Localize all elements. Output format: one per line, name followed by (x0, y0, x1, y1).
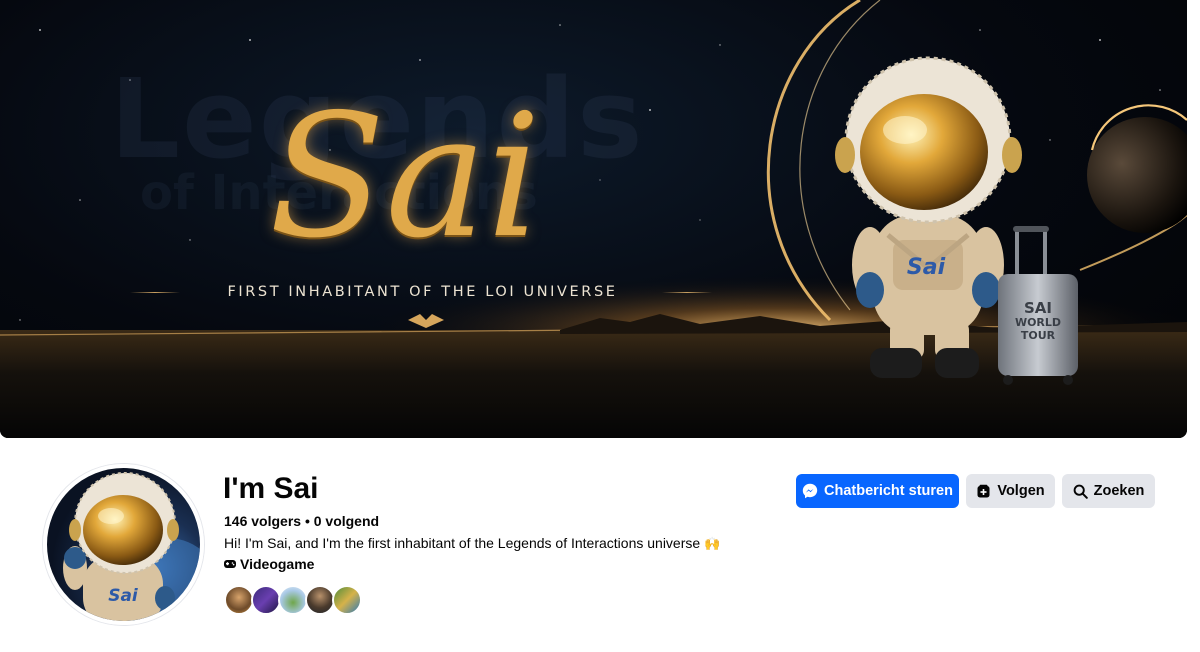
cover-photo[interactable]: Legends of Interactions Sai FIRST INHABI… (0, 0, 1187, 438)
cover-title: Sai (268, 78, 542, 276)
profile-avatar[interactable]: Sai (43, 464, 204, 625)
search-button[interactable]: Zoeken (1062, 474, 1155, 508)
follower-avatar[interactable] (332, 585, 362, 615)
follow-button-label: Volgen (997, 483, 1045, 499)
follower-avatars (224, 585, 362, 615)
messenger-icon (802, 483, 818, 499)
message-button-label: Chatbericht sturen (824, 483, 953, 499)
gamepad-icon (224, 560, 236, 568)
raised-hands-emoji: 🙌 (704, 536, 721, 551)
message-button[interactable]: Chatbericht sturen (796, 474, 959, 508)
search-icon (1073, 484, 1088, 499)
follow-icon (977, 484, 990, 497)
follower-stats[interactable]: 146 volgers • 0 volgend (224, 513, 379, 529)
profile-bio: Hi! I'm Sai, and I'm the first inhabitan… (224, 535, 720, 552)
cover-subtitle: FIRST INHABITANT OF THE LOI UNIVERSE (227, 284, 618, 300)
suitcase-line3: TOUR (1020, 328, 1056, 342)
category-label: Videogame (240, 556, 315, 572)
subtitle-right-line (662, 292, 712, 293)
follower-avatar[interactable] (278, 585, 308, 615)
chest-label: Sai (906, 255, 946, 280)
suitcase-line1: SAI (1024, 299, 1052, 317)
follower-avatar[interactable] (251, 585, 281, 615)
avatar-chest-label: Sai (108, 586, 138, 606)
suitcase-label: SAI WORLD TOUR (1010, 299, 1066, 343)
bio-text: Hi! I'm Sai, and I'm the first inhabitan… (224, 535, 701, 551)
follower-avatar[interactable] (224, 585, 254, 615)
follower-avatar[interactable] (305, 585, 335, 615)
follow-button[interactable]: Volgen (966, 474, 1055, 508)
search-button-label: Zoeken (1093, 483, 1145, 499)
subtitle-left-line (130, 292, 180, 293)
profile-category: Videogame (224, 556, 314, 572)
profile-name: I'm Sai (223, 472, 319, 505)
suitcase-line2: WORLD (1014, 316, 1062, 330)
